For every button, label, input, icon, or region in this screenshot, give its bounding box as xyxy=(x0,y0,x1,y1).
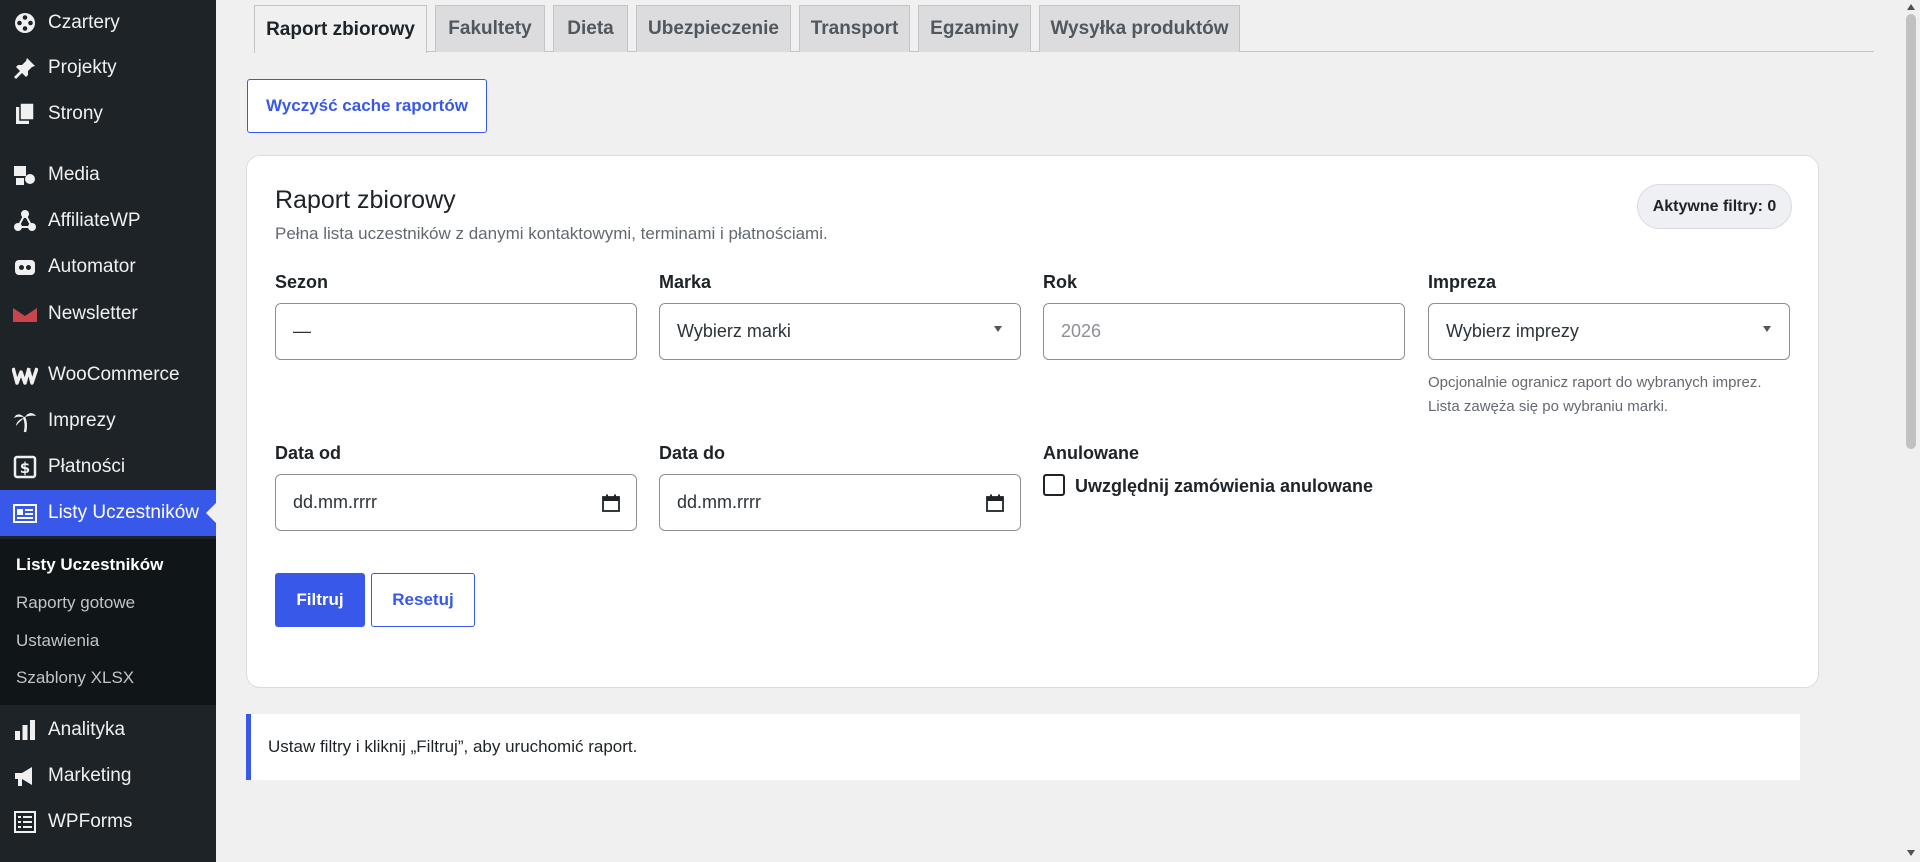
submenu-ustawienia[interactable]: Ustawienia xyxy=(16,631,99,651)
film-reel-icon xyxy=(12,10,38,36)
tab-transport[interactable]: Transport xyxy=(799,5,910,52)
menu-label: Imprezy xyxy=(48,410,116,431)
tab-dieta[interactable]: Dieta xyxy=(553,5,628,52)
info-notice: Ustaw filtry i kliknij „Filtruj”, aby ur… xyxy=(246,714,1800,780)
menu-item-affiliatewp[interactable]: AffiliateWP xyxy=(0,198,216,244)
tab-raport-zbiorowy[interactable]: Raport zbiorowy xyxy=(254,5,427,53)
menu-label: Marketing xyxy=(48,765,132,786)
menu-label: Media xyxy=(48,164,100,185)
menu-item-projekty[interactable]: Projekty xyxy=(0,45,216,91)
menu-label: Newsletter xyxy=(48,303,138,324)
menu-item-wpforms[interactable]: WPForms xyxy=(0,799,216,845)
envelope-icon xyxy=(12,301,38,327)
caret-down-icon xyxy=(994,326,1002,332)
brand-label: Marka xyxy=(659,272,712,292)
scroll-down-arrow-icon[interactable] xyxy=(1907,850,1915,856)
include-cancelled-checkbox[interactable] xyxy=(1043,474,1065,496)
season-label: Sezon xyxy=(275,272,329,292)
year-input[interactable]: 2026 xyxy=(1043,303,1405,360)
calendar-icon[interactable] xyxy=(986,494,1004,517)
date-to-input[interactable]: dd.mm.rrrr xyxy=(659,474,1021,531)
tab-ubezpieczenie[interactable]: Ubezpieczenie xyxy=(636,5,791,52)
menu-label: AffiliateWP xyxy=(48,210,141,231)
menu-item-strony[interactable]: Strony xyxy=(0,91,216,137)
form-icon xyxy=(12,809,38,835)
active-filters-badge: Aktywne filtry: 0 xyxy=(1637,184,1792,229)
svg-text:$: $ xyxy=(20,459,30,477)
event-select[interactable]: Wybierz imprezy xyxy=(1428,303,1790,360)
report-tabs: Raport zbiorowy Fakultety Dieta Ubezpiec… xyxy=(254,5,1874,53)
submenu-listy-uczestnikow[interactable]: Listy Uczestników xyxy=(16,555,163,575)
menu-label: Płatności xyxy=(48,456,126,477)
date-from-label: Data od xyxy=(275,443,342,463)
date-to-label: Data do xyxy=(659,443,726,463)
card-description: Pełna lista uczestników z danymi kontakt… xyxy=(275,224,828,243)
cancelled-label: Anulowane xyxy=(1043,443,1140,463)
affiliate-icon xyxy=(12,208,38,234)
scroll-thumb[interactable] xyxy=(1906,14,1916,449)
submenu: Listy Uczestników Raporty gotowe Ustawie… xyxy=(0,539,216,705)
scroll-up-arrow-icon[interactable] xyxy=(1907,4,1915,10)
menu-label: Listy Uczestników xyxy=(48,502,199,523)
calendar-icon[interactable] xyxy=(602,494,620,517)
submenu-raporty-gotowe[interactable]: Raporty gotowe xyxy=(16,593,135,613)
dollar-icon: $ xyxy=(12,454,38,480)
include-cancelled-label[interactable]: Uwzględnij zamówienia anulowane xyxy=(1075,476,1373,497)
admin-sidebar: Czartery Projekty Strony Media Affiliate… xyxy=(0,0,216,862)
woo-icon xyxy=(12,362,38,388)
page-scrollbar[interactable] xyxy=(1902,0,1920,862)
year-placeholder: 2026 xyxy=(1061,321,1102,341)
tab-egzaminy[interactable]: Egzaminy xyxy=(918,5,1031,52)
tab-wysylka-produktow[interactable]: Wysyłka produktów xyxy=(1039,5,1240,52)
menu-item-imprezy[interactable]: Imprezy xyxy=(0,398,216,444)
menu-item-woocommerce[interactable]: WooCommerce xyxy=(0,352,216,398)
tab-fakultety[interactable]: Fakultety xyxy=(435,5,545,52)
brand-value: Wybierz marki xyxy=(677,321,791,341)
menu-item-analityka[interactable]: Analityka xyxy=(0,707,216,753)
card-title: Raport zbiorowy xyxy=(275,186,456,214)
menu-item-czartery[interactable]: Czartery xyxy=(0,0,216,46)
id-card-icon xyxy=(12,500,38,526)
menu-item-platnosci[interactable]: $ Płatności xyxy=(0,444,216,490)
menu-label: Czartery xyxy=(48,12,120,33)
year-label: Rok xyxy=(1043,272,1078,292)
megaphone-icon xyxy=(12,763,38,789)
submenu-szablony-xlsx[interactable]: Szablony XLSX xyxy=(16,668,134,688)
robot-icon xyxy=(12,254,38,280)
menu-item-listy-uczestnikow[interactable]: Listy Uczestników xyxy=(0,490,216,536)
event-help-line-1: Opcjonalnie ogranicz raport do wybranych… xyxy=(1428,374,1762,391)
menu-label: Projekty xyxy=(48,57,117,78)
menu-label: WooCommerce xyxy=(48,364,180,385)
filter-button[interactable]: Filtruj xyxy=(275,573,365,627)
menu-label: WPForms xyxy=(48,811,133,832)
date-to-value: dd.mm.rrrr xyxy=(677,492,761,512)
clear-cache-button[interactable]: Wyczyść cache raportów xyxy=(247,79,487,133)
caret-down-icon xyxy=(1763,326,1771,332)
menu-item-automator[interactable]: Automator xyxy=(0,244,216,290)
menu-item-marketing[interactable]: Marketing xyxy=(0,753,216,799)
bar-chart-icon xyxy=(12,717,38,743)
date-from-value: dd.mm.rrrr xyxy=(293,492,377,512)
event-help-line-2: Lista zawęża się po wybraniu marki. xyxy=(1428,398,1669,415)
notice-text: Ustaw filtry i kliknij „Filtruj”, aby ur… xyxy=(268,737,638,756)
reset-button[interactable]: Resetuj xyxy=(371,573,475,627)
menu-label: Strony xyxy=(48,103,103,124)
pushpin-icon xyxy=(12,55,38,81)
report-card: Raport zbiorowy Pełna lista uczestników … xyxy=(246,155,1819,688)
menu-label: Analityka xyxy=(48,719,126,740)
menu-item-media[interactable]: Media xyxy=(0,152,216,198)
season-select[interactable]: — xyxy=(275,303,637,360)
date-from-input[interactable]: dd.mm.rrrr xyxy=(275,474,637,531)
season-value: — xyxy=(293,321,311,341)
menu-label: Automator xyxy=(48,256,136,277)
brand-select[interactable]: Wybierz marki xyxy=(659,303,1021,360)
palm-tree-icon xyxy=(12,408,38,434)
event-label: Impreza xyxy=(1428,272,1497,292)
event-value: Wybierz imprezy xyxy=(1446,321,1579,341)
pages-icon xyxy=(12,101,38,127)
menu-item-newsletter[interactable]: Newsletter xyxy=(0,291,216,337)
media-icon xyxy=(12,162,38,188)
